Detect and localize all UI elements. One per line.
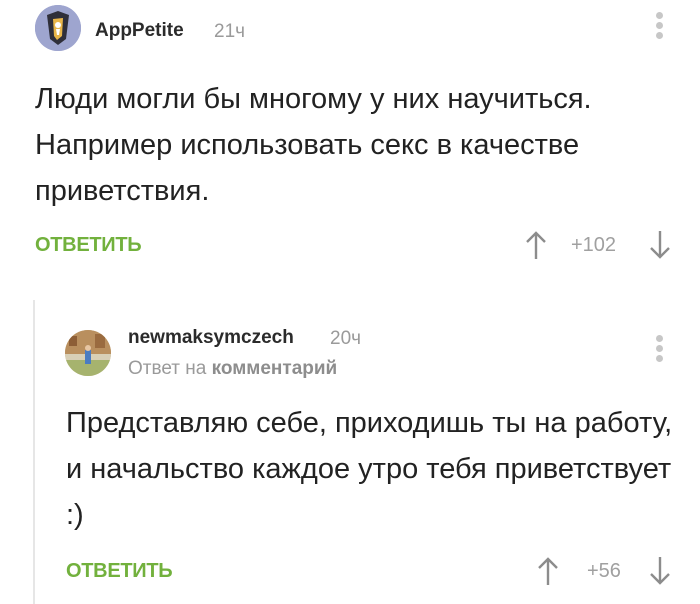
comment-time: 20ч [330, 328, 362, 349]
arrow-up-icon[interactable] [537, 556, 559, 586]
arrow-down-icon[interactable] [649, 230, 671, 260]
comment-time: 21ч [214, 21, 246, 42]
comment-score: +56 [587, 560, 621, 582]
reply-to-link[interactable]: комментарий [212, 358, 338, 379]
avatar[interactable] [65, 330, 111, 376]
reply-to-prefix: Ответ на [128, 358, 207, 379]
comment-text: Представляю себе, приходишь ты на работу… [66, 407, 673, 531]
comment-author[interactable]: newmaksymczech [128, 327, 294, 349]
comment-text: Люди могли бы многому у них научиться. Н… [35, 83, 592, 207]
more-vertical-icon[interactable] [654, 335, 664, 369]
comment-author[interactable]: AppPetite [95, 20, 184, 42]
arrow-down-icon[interactable] [649, 556, 671, 586]
comment-score: +102 [571, 234, 617, 256]
avatar[interactable] [35, 5, 81, 51]
more-vertical-icon[interactable] [654, 12, 664, 46]
reply-to-label[interactable]: Ответ на комментарий [128, 358, 337, 380]
comment: AppPetite 21ч Люди могли бы многому у ни… [0, 0, 700, 290]
reply-button[interactable]: ОТВЕТИТЬ [66, 560, 173, 583]
reply-button[interactable]: ОТВЕТИТЬ [35, 234, 142, 257]
arrow-up-icon[interactable] [525, 230, 547, 260]
